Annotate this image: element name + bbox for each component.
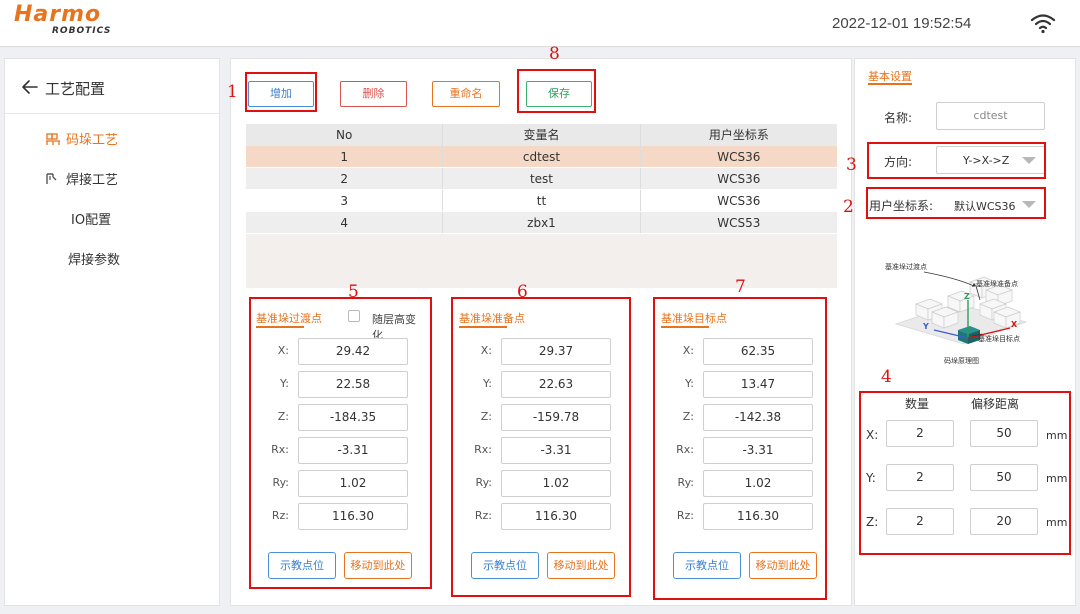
harmo-logo: Harmo ROBOTICS	[14, 2, 112, 37]
diagram-caption: 码垛原理图	[944, 357, 979, 365]
diagram-axis-x: X	[1011, 320, 1018, 329]
sidebar-title: 工艺配置	[45, 80, 106, 98]
sidebar-item-welding[interactable]: 焊接工艺	[45, 169, 118, 190]
column-header-no: No	[246, 124, 444, 146]
annotation-box-4	[859, 391, 1071, 555]
annotation-label-8: 8	[549, 44, 560, 64]
top-bar: Harmo ROBOTICS 2022-12-01 19:52:54	[0, 0, 1080, 47]
annotation-label-3: 3	[846, 155, 857, 175]
pallet-icon	[45, 132, 61, 150]
table-header: No 变量名 用户坐标系	[246, 124, 837, 146]
welding-icon	[45, 172, 61, 190]
annotation-label-2: 2	[843, 197, 854, 217]
annotation-label-4: 4	[881, 367, 892, 387]
palletizing-diagram: 基准垛过渡点 基准垛准备点 基准垛目标点 码垛原理图 Z X Y	[876, 252, 1036, 370]
annotation-label-6: 6	[517, 282, 528, 302]
table-row[interactable]: 2 test WCS36	[246, 168, 837, 190]
sidebar-item-welding-params[interactable]: 焊接参数	[68, 249, 120, 268]
datetime: 2022-12-01 19:52:54	[832, 15, 972, 32]
diagram-axis-y: Y	[923, 322, 929, 331]
annotation-label-7: 7	[735, 277, 746, 297]
diagram-label-transition: 基准垛过渡点	[885, 263, 927, 271]
table-row[interactable]: 1 cdtest WCS36	[246, 146, 837, 168]
back-arrow-icon[interactable]	[21, 79, 39, 98]
annotation-box-2	[866, 187, 1046, 219]
name-label: 名称:	[884, 111, 913, 125]
table-empty-area	[246, 234, 837, 288]
sidebar-header: 工艺配置	[5, 59, 219, 114]
table-row[interactable]: 4 zbx1 WCS53	[246, 212, 837, 234]
sidebar-item-palletizing[interactable]: 码垛工艺	[45, 129, 118, 150]
annotation-box-8	[517, 69, 596, 113]
annotation-box-1	[245, 72, 317, 112]
rename-button[interactable]: 重命名	[432, 81, 500, 107]
annotation-box-5	[249, 297, 432, 589]
wifi-icon	[1030, 12, 1056, 37]
variables-table: No 变量名 用户坐标系 1 cdtest WCS36 2 test WCS36…	[246, 124, 837, 234]
annotation-box-3	[867, 142, 1046, 179]
column-header-wcs: 用户坐标系	[708, 128, 769, 142]
diagram-label-target: 基准垛目标点	[978, 335, 1020, 343]
annotation-box-6	[451, 297, 631, 597]
basic-settings-title: 基本设置	[868, 70, 912, 83]
diagram-axis-z: Z	[964, 292, 970, 301]
sidebar-item-io-config[interactable]: IO配置	[71, 209, 111, 228]
table-row[interactable]: 3 tt WCS36	[246, 190, 837, 212]
annotation-label-1: 1	[227, 82, 238, 102]
annotation-label-5: 5	[348, 282, 359, 302]
diagram-label-prepare: 基准垛准备点	[976, 280, 1018, 288]
name-field[interactable]: cdtest	[936, 102, 1045, 130]
column-header-name: 变量名	[443, 124, 641, 146]
annotation-box-7	[653, 297, 827, 600]
delete-button[interactable]: 删除	[340, 81, 407, 107]
sidebar: 工艺配置 码垛工艺 焊接工艺 IO配置 焊接参数	[4, 58, 220, 606]
